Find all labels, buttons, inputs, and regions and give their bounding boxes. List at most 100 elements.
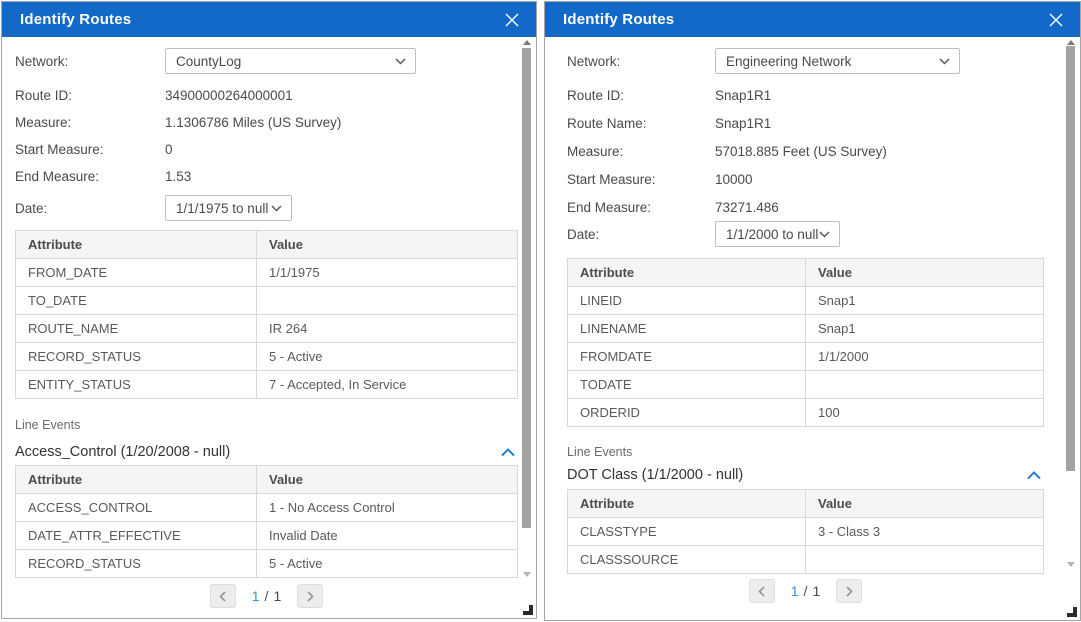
line-event-header: DOT Class (1/1/2000 - null) xyxy=(567,465,1044,485)
table-row: RECORD_STATUS5 - Active xyxy=(16,343,518,371)
line-events-label: Line Events xyxy=(15,418,519,434)
value-cell: 5 - Active xyxy=(257,343,518,371)
pagination: 1 / 1 xyxy=(567,579,1044,603)
total-pages: 1 xyxy=(273,588,281,604)
dialog-header: Identify Routes xyxy=(545,2,1080,37)
attribute-cell: CLASSTYPE xyxy=(568,518,806,546)
attribute-cell: DATE_ATTR_EFFECTIVE xyxy=(16,522,257,550)
scrollbar-thumb[interactable] xyxy=(522,48,531,528)
scrollbar[interactable] xyxy=(520,40,534,613)
attribute-column-header: Attribute xyxy=(568,490,806,518)
previous-page-button[interactable] xyxy=(210,584,236,608)
attribute-cell: LINENAME xyxy=(568,315,806,343)
scroll-down-arrow-icon[interactable] xyxy=(523,572,531,577)
identify-routes-dialog: Identify Routes Network: Engineering Net… xyxy=(544,1,1081,621)
scrollbar-thumb[interactable] xyxy=(1066,46,1075,471)
chevron-up-icon[interactable] xyxy=(501,448,518,457)
table-row: TODATE xyxy=(568,371,1044,399)
scroll-down-arrow-icon[interactable] xyxy=(1067,562,1075,567)
date-select[interactable]: 1/1/2000 to null xyxy=(715,221,840,247)
table-row: ROUTE_NAMEIR 264 xyxy=(16,315,518,343)
end-measure-value: 73271.486 xyxy=(715,200,779,215)
scroll-up-arrow-icon[interactable] xyxy=(523,40,531,45)
close-icon[interactable] xyxy=(503,11,521,29)
route-id-value: 34900000264000001 xyxy=(165,88,293,103)
network-select[interactable]: Engineering Network xyxy=(715,48,960,74)
table-row: TO_DATE xyxy=(16,287,518,315)
attribute-cell: ROUTE_NAME xyxy=(16,315,257,343)
attribute-cell: FROMDATE xyxy=(568,343,806,371)
attribute-table: Attribute Value FROM_DATE1/1/1975 TO_DAT… xyxy=(15,230,518,399)
table-row: LINENAMESnap1 xyxy=(568,315,1044,343)
line-event-table: Attribute Value ACCESS_CONTROL1 - No Acc… xyxy=(15,465,518,578)
value-cell xyxy=(257,287,518,315)
chevron-down-icon xyxy=(395,58,406,65)
value-column-header: Value xyxy=(806,490,1044,518)
date-label: Date: xyxy=(567,227,715,242)
current-page: 1 xyxy=(791,583,799,599)
attribute-cell: ENTITY_STATUS xyxy=(16,371,257,399)
measure-label: Measure: xyxy=(15,115,165,130)
measure-value: 57018.885 Feet (US Survey) xyxy=(715,144,887,159)
line-event-table: Attribute Value CLASSTYPE3 - Class 3 CLA… xyxy=(567,489,1044,574)
attribute-cell: RECORD_STATUS xyxy=(16,343,257,371)
value-cell xyxy=(806,546,1044,574)
dialog-content: Network: Engineering Network Route ID: S… xyxy=(545,37,1063,620)
page-indicator: 1 / 1 xyxy=(791,583,820,599)
start-measure-value: 10000 xyxy=(715,172,753,187)
next-page-button[interactable] xyxy=(836,579,862,603)
close-icon[interactable] xyxy=(1047,11,1065,29)
attribute-table: Attribute Value LINEIDSnap1 LINENAMESnap… xyxy=(567,258,1044,427)
table-row: DATE_ATTR_EFFECTIVEInvalid Date xyxy=(16,522,518,550)
resize-handle[interactable] xyxy=(1067,607,1077,617)
attribute-cell: TODATE xyxy=(568,371,806,399)
route-id-label: Route ID: xyxy=(567,88,715,103)
resize-handle[interactable] xyxy=(523,605,533,615)
table-header-row: Attribute Value xyxy=(568,490,1044,518)
date-select-value: 1/1/1975 to null xyxy=(176,201,268,216)
value-cell: 1/1/2000 xyxy=(806,343,1044,371)
line-event-title: Access_Control (1/20/2008 - null) xyxy=(15,444,230,460)
attribute-column-header: Attribute xyxy=(16,231,257,259)
value-cell: 1 - No Access Control xyxy=(257,494,518,522)
scrollbar[interactable] xyxy=(1064,40,1078,615)
table-row: CLASSTYPE3 - Class 3 xyxy=(568,518,1044,546)
value-cell xyxy=(806,371,1044,399)
attribute-cell: FROM_DATE xyxy=(16,259,257,287)
attribute-cell: ACCESS_CONTROL xyxy=(16,494,257,522)
value-cell: IR 264 xyxy=(257,315,518,343)
table-row: FROM_DATE1/1/1975 xyxy=(16,259,518,287)
network-select-value: CountyLog xyxy=(176,54,241,69)
table-row: FROMDATE1/1/2000 xyxy=(568,343,1044,371)
start-measure-value: 0 xyxy=(165,142,173,157)
table-header-row: Attribute Value xyxy=(568,259,1044,287)
table-row: ACCESS_CONTROL1 - No Access Control xyxy=(16,494,518,522)
network-select[interactable]: CountyLog xyxy=(165,48,416,74)
attribute-cell: ORDERID xyxy=(568,399,806,427)
end-measure-value: 1.53 xyxy=(165,169,191,184)
page-separator: / xyxy=(265,588,269,604)
route-id-label: Route ID: xyxy=(15,88,165,103)
start-measure-label: Start Measure: xyxy=(15,142,165,157)
line-event-title: DOT Class (1/1/2000 - null) xyxy=(567,467,743,483)
previous-page-button[interactable] xyxy=(749,579,775,603)
dialog-content: Network: CountyLog Route ID: 34900000264… xyxy=(2,37,519,618)
page-separator: / xyxy=(804,583,808,599)
table-row: ENTITY_STATUS7 - Accepted, In Service xyxy=(16,371,518,399)
next-page-button[interactable] xyxy=(297,584,323,608)
page-indicator: 1 / 1 xyxy=(252,588,281,604)
table-header-row: Attribute Value xyxy=(16,466,518,494)
chevron-up-icon[interactable] xyxy=(1027,471,1044,480)
scroll-up-arrow-icon[interactable] xyxy=(1067,40,1075,45)
identify-routes-dialog: Identify Routes Network: CountyLog Route… xyxy=(1,1,537,619)
table-header-row: Attribute Value xyxy=(16,231,518,259)
chevron-down-icon xyxy=(939,58,950,65)
dialog-title: Identify Routes xyxy=(20,11,131,28)
attribute-column-header: Attribute xyxy=(16,466,257,494)
value-cell: 3 - Class 3 xyxy=(806,518,1044,546)
total-pages: 1 xyxy=(812,583,820,599)
date-select[interactable]: 1/1/1975 to null xyxy=(165,195,292,221)
network-label: Network: xyxy=(567,54,715,69)
table-row: ORDERID100 xyxy=(568,399,1044,427)
table-row: RECORD_STATUS5 - Active xyxy=(16,550,518,578)
